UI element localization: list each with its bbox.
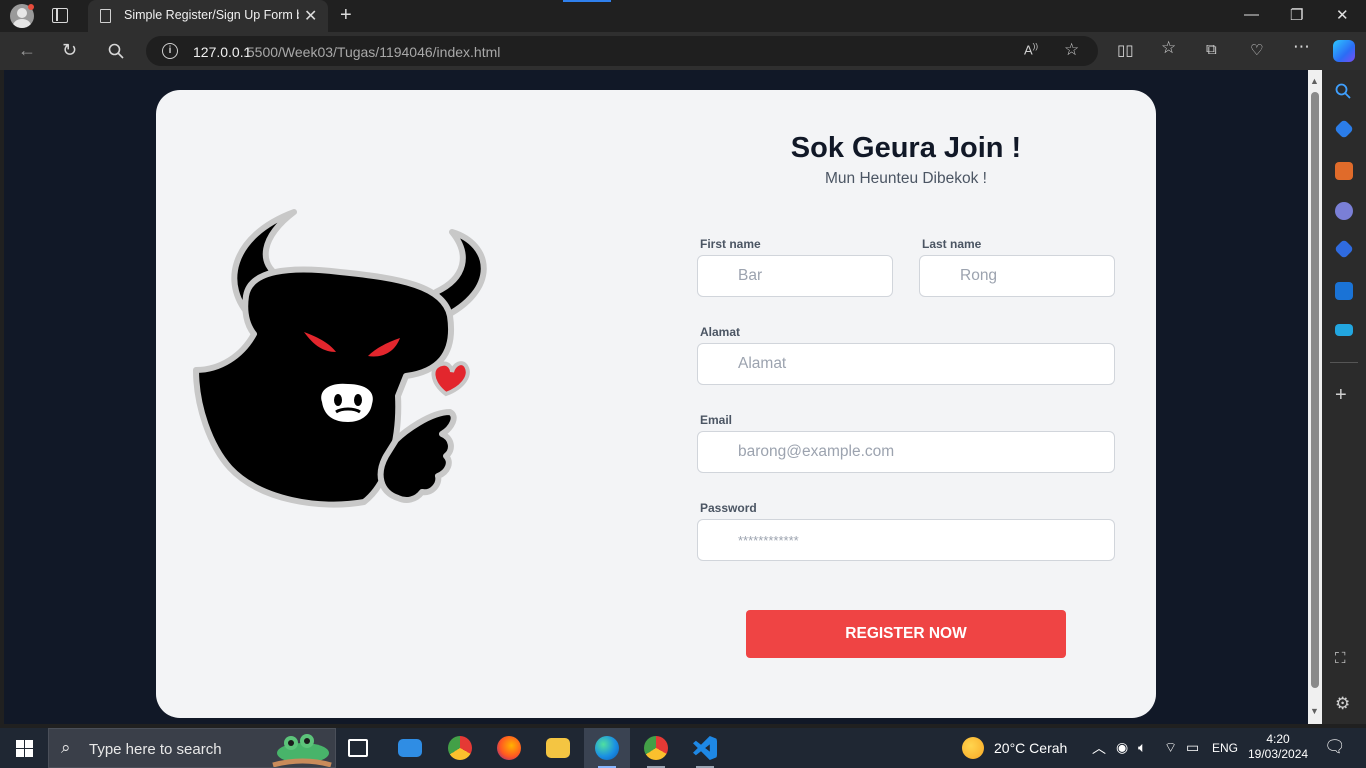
new-tab-icon[interactable]: + bbox=[340, 4, 352, 27]
refresh-icon[interactable]: ↻ bbox=[62, 40, 77, 61]
drop-icon[interactable] bbox=[1335, 324, 1353, 336]
split-screen-icon[interactable]: ▯▯ bbox=[1117, 41, 1134, 59]
language-indicator[interactable]: ENG bbox=[1212, 741, 1238, 755]
last-name-input[interactable] bbox=[919, 255, 1115, 297]
taskbar-search-placeholder: Type here to search bbox=[89, 741, 222, 758]
tab-active[interactable]: Simple Register/Sign Up Form by ✕ bbox=[88, 0, 328, 32]
address-bar[interactable]: i 127.0.0.1 :5500/Week03/Tugas/1194046/i… bbox=[146, 36, 1098, 66]
battery-icon[interactable]: ▭ bbox=[1186, 739, 1199, 756]
email-input[interactable] bbox=[697, 431, 1115, 473]
clock-time: 4:20 bbox=[1266, 732, 1290, 746]
shopping-icon[interactable] bbox=[1334, 119, 1354, 139]
system-clock[interactable]: 4:20 19/03/2024 bbox=[1248, 732, 1308, 762]
edge-icon[interactable] bbox=[595, 736, 619, 760]
volume-icon[interactable]: 🔈︎ bbox=[1138, 739, 1146, 756]
back-icon[interactable]: ← bbox=[18, 40, 36, 61]
copilot-icon[interactable] bbox=[1333, 40, 1355, 62]
close-window-icon[interactable]: ✕ bbox=[1336, 6, 1349, 24]
read-aloud-icon[interactable]: A)) bbox=[1024, 42, 1038, 57]
tools-icon[interactable] bbox=[1335, 162, 1353, 180]
task-view-icon[interactable] bbox=[348, 739, 368, 757]
tab-drag-indicator bbox=[563, 0, 611, 2]
more-menu-icon[interactable]: ⋯ bbox=[1293, 37, 1310, 57]
address-label: Alamat bbox=[700, 325, 741, 339]
restore-icon[interactable]: ❐ bbox=[1290, 6, 1303, 24]
notifications-icon[interactable]: 🗨︎ bbox=[1324, 737, 1346, 757]
weather-text[interactable]: 20°C Cerah bbox=[994, 740, 1067, 756]
register-card: Sok Geura Join ! Mun Heunteu Dibekok ! F… bbox=[156, 90, 1156, 718]
search-icon[interactable] bbox=[108, 43, 124, 59]
minimize-icon[interactable]: — bbox=[1244, 6, 1259, 23]
site-info-icon[interactable]: i bbox=[162, 43, 178, 59]
sidebar-search-icon[interactable] bbox=[1335, 83, 1351, 99]
profile-notification-dot bbox=[28, 4, 34, 10]
taskbar-search-box[interactable]: ⌕ Type here to search bbox=[48, 728, 336, 768]
mail-icon[interactable] bbox=[398, 739, 422, 757]
scrollbar-thumb[interactable] bbox=[1311, 92, 1319, 688]
scroll-up-icon[interactable]: ▲ bbox=[1310, 76, 1319, 86]
network-icon[interactable]: ⌔ bbox=[1164, 739, 1177, 757]
last-name-label: Last name bbox=[922, 237, 982, 251]
browser-toolbar: ← ↻ i 127.0.0.1 :5500/Week03/Tugas/11940… bbox=[0, 32, 1366, 70]
microsoft-365-icon[interactable] bbox=[1334, 239, 1354, 259]
sidebar-divider bbox=[1330, 362, 1358, 363]
games-icon[interactable] bbox=[1335, 202, 1353, 220]
page-scrollbar[interactable]: ▲ ▼ bbox=[1308, 70, 1322, 724]
edge-sidebar: + ⛶ ⚙ bbox=[1322, 70, 1366, 724]
taskbar-search-icon: ⌕ bbox=[61, 738, 71, 757]
firefox-icon[interactable] bbox=[497, 736, 521, 760]
clock-date: 19/03/2024 bbox=[1248, 747, 1309, 761]
page-viewport: Sok Geura Join ! Mun Heunteu Dibekok ! F… bbox=[4, 70, 1308, 724]
sidebar-add-icon[interactable]: + bbox=[1335, 384, 1347, 407]
outlook-icon[interactable] bbox=[1335, 282, 1353, 300]
browser-tab-bar: Simple Register/Sign Up Form by ✕ + — ❐ … bbox=[0, 0, 1366, 32]
register-button[interactable]: REGISTER NOW bbox=[746, 610, 1066, 658]
chrome-icon[interactable] bbox=[448, 736, 472, 760]
screenshot-icon[interactable]: ⛶ bbox=[1335, 650, 1346, 667]
file-explorer-icon[interactable] bbox=[546, 738, 570, 758]
url-path: :5500/Week03/Tugas/1194046/index.html bbox=[243, 44, 501, 60]
first-name-label: First name bbox=[700, 237, 761, 251]
password-label: Password bbox=[700, 501, 757, 515]
favorite-star-icon[interactable]: ☆ bbox=[1064, 40, 1079, 60]
performance-icon[interactable]: ♡ bbox=[1250, 41, 1263, 59]
tab-actions-icon[interactable] bbox=[52, 8, 68, 23]
windows-start-icon[interactable] bbox=[16, 740, 33, 757]
collections-icon[interactable]: ⧉ bbox=[1206, 41, 1217, 58]
record-icon[interactable]: ◉ bbox=[1116, 739, 1128, 756]
address-input[interactable] bbox=[697, 343, 1115, 385]
weather-icon[interactable] bbox=[962, 737, 984, 759]
chrome-profile-icon[interactable] bbox=[644, 736, 668, 760]
tab-title: Simple Register/Sign Up Form by bbox=[124, 8, 299, 22]
page-title: Sok Geura Join ! bbox=[790, 132, 1022, 164]
show-hidden-icons-icon[interactable]: ︿ bbox=[1092, 738, 1106, 758]
first-name-input[interactable] bbox=[697, 255, 893, 297]
page-icon bbox=[100, 9, 111, 23]
windows-taskbar: ⌕ Type here to search 20°C Cerah ︿ ◉ 🔈︎ … bbox=[0, 728, 1366, 768]
password-input[interactable] bbox=[697, 519, 1115, 561]
page-subtitle: Mun Heunteu Dibekok ! bbox=[825, 170, 987, 187]
bull-mascot-image bbox=[193, 209, 487, 508]
search-highlight-frog-image bbox=[272, 734, 332, 767]
favorites-icon[interactable]: ☆ bbox=[1161, 38, 1176, 58]
vscode-icon[interactable] bbox=[693, 736, 717, 760]
sidebar-settings-icon[interactable]: ⚙ bbox=[1335, 694, 1350, 714]
tab-close-icon[interactable]: ✕ bbox=[304, 6, 317, 26]
scroll-down-icon[interactable]: ▼ bbox=[1310, 706, 1319, 716]
email-label: Email bbox=[700, 413, 733, 427]
